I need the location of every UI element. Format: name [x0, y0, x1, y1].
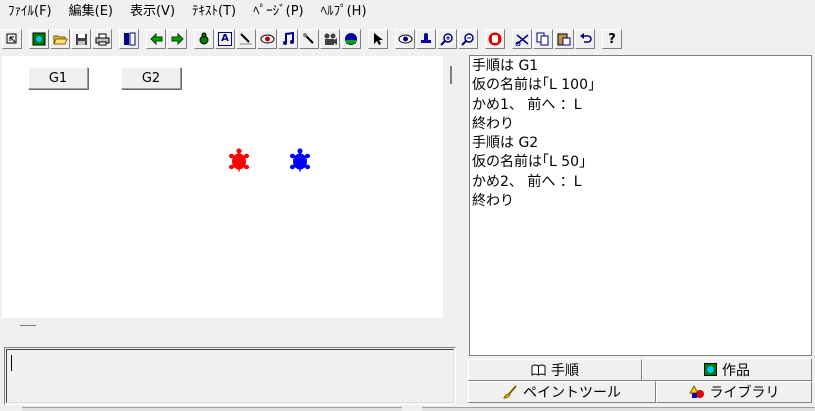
script-line: 手順は G1 — [472, 58, 539, 74]
line-tool-button[interactable] — [236, 29, 256, 49]
tab-procedure[interactable]: 手順 — [468, 359, 642, 381]
pointer-arrow-button[interactable] — [2, 29, 22, 49]
turtle-tool-button[interactable] — [194, 29, 214, 49]
text-tool-button[interactable]: A — [215, 29, 235, 49]
eye-shape-icon — [260, 34, 274, 44]
eye-icon — [398, 34, 412, 44]
script-line: 仮の名前は｢L 100｣ — [472, 77, 595, 94]
copy-button[interactable] — [533, 29, 553, 49]
message-box-inner — [6, 349, 454, 403]
tab-works-label: 作品 — [722, 362, 750, 379]
help-button[interactable]: ? — [602, 29, 622, 49]
script-line: 仮の名前は｢L 50｣ — [472, 154, 587, 171]
bottom-strip-right — [422, 407, 815, 411]
stamp-icon — [421, 33, 431, 43]
slider-tool-button[interactable] — [299, 29, 319, 49]
script-line: 終わり — [472, 115, 514, 132]
menu-edit[interactable]: 編集(E) — [61, 0, 122, 24]
stamp-button[interactable] — [416, 29, 436, 49]
picture-globe-icon — [345, 33, 357, 45]
tab-procedure-label: 手順 — [551, 363, 579, 379]
turtle-2-icon[interactable] — [288, 148, 312, 174]
canvas-button-g1[interactable]: G1 — [28, 67, 88, 89]
turtle-canvas[interactable]: G1 G2 — [2, 56, 443, 318]
open-button[interactable] — [50, 29, 70, 49]
help-question-icon: ? — [608, 31, 616, 47]
zoom-out-icon — [461, 33, 474, 46]
clipboard-paste-icon — [557, 33, 571, 46]
turtle-icon — [199, 32, 209, 45]
copy-icon — [536, 32, 549, 46]
print-button[interactable] — [92, 29, 112, 49]
tab-paint-tool[interactable]: ペイントツール — [468, 381, 656, 403]
zoom-out-button[interactable] — [458, 29, 478, 49]
bottom-strip-left — [22, 407, 402, 411]
arrow-cursor-icon — [374, 33, 383, 45]
arrow-right-icon — [171, 33, 184, 45]
music-tool-button[interactable] — [278, 29, 298, 49]
select-arrow-button[interactable] — [368, 29, 388, 49]
bottom-scroll-strip — [0, 405, 815, 411]
show-button[interactable] — [395, 29, 415, 49]
save-button[interactable] — [71, 29, 91, 49]
canvas-lower-area — [0, 318, 462, 346]
globe-icon — [32, 32, 46, 46]
cursor-arrow-icon — [6, 33, 17, 44]
movie-camera-icon — [324, 33, 337, 45]
shapes-icon — [688, 385, 705, 399]
paste-button[interactable] — [554, 29, 574, 49]
tab-works[interactable]: 作品 — [642, 358, 812, 381]
script-line: 手順は G2 — [472, 135, 539, 152]
text-tool-label: A — [218, 32, 232, 46]
message-box[interactable] — [4, 347, 456, 405]
new-world-button[interactable] — [29, 29, 49, 49]
zoom-in-button[interactable] — [437, 29, 457, 49]
menu-help[interactable]: ﾍﾙﾌﾟ(H) — [313, 0, 376, 24]
toolbar: A ? — [0, 26, 815, 52]
tab-library[interactable]: ライブラリ — [656, 381, 812, 403]
vertical-splitter[interactable] — [446, 56, 466, 318]
page-columns-icon — [123, 32, 135, 46]
undo-button[interactable] — [575, 29, 595, 49]
turtle-1-icon[interactable] — [227, 148, 251, 174]
script-editor[interactable]: 手順は G1 仮の名前は｢L 100｣ かめ1、 前へ ：L 終わり 手順は G… — [469, 55, 812, 356]
book-icon — [531, 364, 546, 376]
shape-tool-button[interactable] — [257, 29, 277, 49]
video-tool-button[interactable] — [320, 29, 340, 49]
menu-bar: ﾌｧｲﾙ(F) 編集(E) 表示(V) ﾃｷｽﾄ(T) ﾍﾟｰｼﾞ(P) ﾍﾙﾌ… — [0, 0, 815, 24]
tab-paint-tool-label: ペイントツール — [523, 385, 621, 401]
canvas-button-g2[interactable]: G2 — [121, 67, 181, 89]
menu-page[interactable]: ﾍﾟｰｼﾞ(P) — [245, 0, 312, 24]
cut-button[interactable] — [512, 29, 532, 49]
undo-arrow-icon — [579, 33, 592, 43]
arrow-left-icon — [149, 33, 162, 45]
previous-page-button[interactable] — [146, 29, 166, 49]
stop-button[interactable] — [485, 29, 505, 49]
printer-icon — [95, 33, 109, 45]
scissors-icon — [515, 33, 528, 46]
floppy-disk-icon — [75, 33, 87, 45]
menu-file[interactable]: ﾌｧｲﾙ(F) — [0, 0, 61, 24]
stop-hand-icon — [488, 32, 502, 46]
splitter-grip[interactable] — [450, 66, 452, 84]
script-line: 終わり — [472, 193, 514, 210]
menu-view[interactable]: 表示(V) — [122, 0, 184, 24]
picture-tool-button[interactable] — [341, 29, 361, 49]
next-page-button[interactable] — [167, 29, 187, 49]
text-caret — [11, 355, 12, 371]
pen-line-icon — [240, 33, 252, 45]
zoom-in-icon — [440, 33, 453, 46]
minimize-dash[interactable] — [20, 325, 36, 326]
script-line: かめ1、 前へ ：L — [472, 96, 582, 113]
menu-text[interactable]: ﾃｷｽﾄ(T) — [184, 0, 245, 24]
globe-icon — [704, 363, 717, 376]
music-note-icon — [282, 32, 294, 45]
tab-library-label: ライブラリ — [709, 385, 780, 401]
paintbrush-icon — [503, 385, 518, 399]
script-line: かめ2、 前へ ：L — [472, 173, 582, 190]
page-list-button[interactable] — [119, 29, 139, 49]
joystick-icon — [303, 33, 314, 44]
folder-open-icon — [52, 35, 68, 44]
